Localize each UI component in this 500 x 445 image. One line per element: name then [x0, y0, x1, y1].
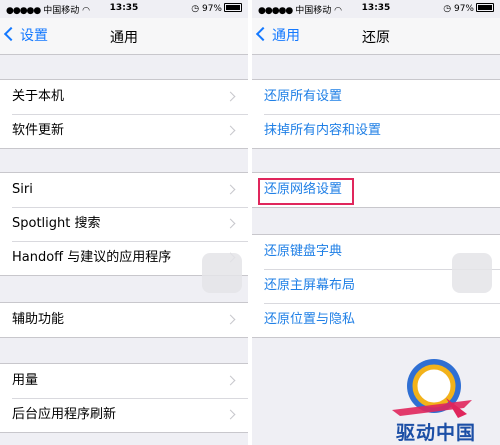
- chevron-right-icon: [225, 314, 236, 325]
- row-about[interactable]: 关于本机: [0, 80, 248, 114]
- settings-group-usage: 用量 后台应用程序刷新: [0, 363, 248, 433]
- alarm-icon: ◷: [191, 4, 200, 14]
- chevron-right-icon: [225, 91, 236, 102]
- row-usage[interactable]: 用量: [0, 364, 248, 398]
- chevron-right-icon: [225, 375, 236, 386]
- page-title: 还原: [362, 30, 390, 46]
- row-software-update[interactable]: 软件更新: [0, 114, 248, 148]
- navigation-bar: 设置 通用: [0, 18, 248, 55]
- reset-group-settings: 还原所有设置 抹掉所有内容和设置: [252, 79, 500, 149]
- battery-icon: [476, 3, 494, 12]
- navigation-bar: 通用 还原: [252, 18, 500, 55]
- chevron-right-icon: [225, 184, 236, 195]
- row-accessibility[interactable]: 辅助功能: [0, 303, 248, 337]
- chevron-right-icon: [225, 218, 236, 229]
- status-bar: ●●●●● 中国移动 ◠ 13:35 ◷ 97%: [0, 0, 248, 18]
- battery-icon: [224, 3, 242, 12]
- assistive-touch-button[interactable]: [452, 253, 492, 293]
- general-settings-screen: ●●●●● 中国移动 ◠ 13:35 ◷ 97% 设置 通用 关于本机 软件更新 …: [0, 0, 248, 445]
- reset-all-settings-button[interactable]: 还原所有设置: [252, 80, 500, 114]
- settings-group-accessibility: 辅助功能: [0, 302, 248, 338]
- page-title: 通用: [110, 30, 138, 46]
- battery-percent: 97%: [201, 4, 222, 14]
- assistive-touch-button[interactable]: [202, 253, 242, 293]
- chevron-right-icon: [225, 125, 236, 136]
- row-background-refresh[interactable]: 后台应用程序刷新: [0, 398, 248, 432]
- watermark-text: 驱动中国: [395, 422, 476, 444]
- row-siri[interactable]: Siri: [0, 173, 248, 207]
- screenshot-composite: ●●●●● 中国移动 ◠ 13:35 ◷ 97% 设置 通用 关于本机 软件更新 …: [0, 0, 500, 445]
- status-bar: ●●●●● 中国移动 ◠ 13:35 ◷ 97%: [252, 0, 500, 18]
- chevron-right-icon: [225, 409, 236, 420]
- row-spotlight[interactable]: Spotlight 搜索: [0, 207, 248, 241]
- reset-location-privacy-button[interactable]: 还原位置与隐私: [252, 303, 500, 337]
- erase-all-content-button[interactable]: 抹掉所有内容和设置: [252, 114, 500, 148]
- highlight-box: [258, 178, 354, 205]
- battery-percent: 97%: [453, 4, 474, 14]
- settings-group-about: 关于本机 软件更新: [0, 79, 248, 149]
- alarm-icon: ◷: [443, 4, 452, 14]
